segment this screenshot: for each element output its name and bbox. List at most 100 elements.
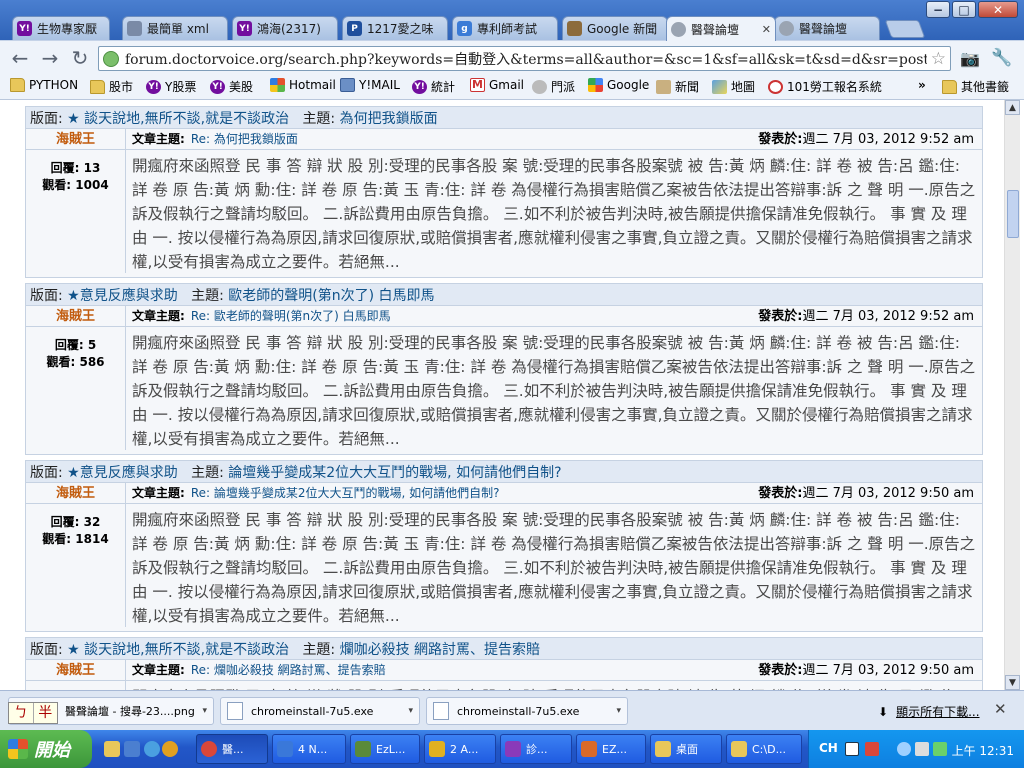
scrollbar-thumb[interactable] xyxy=(1007,190,1019,238)
folder-icon xyxy=(731,741,747,757)
quicklaunch-ie-icon[interactable] xyxy=(144,741,160,757)
forum-link[interactable]: ★ 談天說地,無所不談,就是不談政治 xyxy=(67,108,289,128)
bookmark-news[interactable]: 新聞 xyxy=(656,78,699,95)
task-label: 4 N... xyxy=(298,742,328,756)
post-subject-link[interactable]: Re: 論壇幾乎變成某2位大大互鬥的戰場, 如何請他們自制? xyxy=(191,486,500,500)
quicklaunch-desktop-icon[interactable] xyxy=(124,741,140,757)
scroll-down-arrow-icon[interactable]: ▼ xyxy=(1005,675,1020,690)
views-label: 觀看: xyxy=(42,532,72,546)
address-bar[interactable]: forum.doctorvoice.org/search.php?keyword… xyxy=(98,46,951,71)
topic-link[interactable]: 為何把我鎖版面 xyxy=(340,108,438,128)
bookmark-google[interactable]: Google xyxy=(588,78,649,92)
posted-date: 發表於:週二 7月 03, 2012 9:52 am xyxy=(758,129,982,149)
other-bookmarks[interactable]: 其他書籤 xyxy=(942,78,1009,95)
browser-tab[interactable]: Google 新聞 xyxy=(562,16,668,40)
windows-icon xyxy=(270,78,285,92)
bookmark-python[interactable]: PYTHON xyxy=(10,78,78,92)
bookmark-sect[interactable]: 門派 xyxy=(532,78,575,95)
new-tab-button[interactable] xyxy=(884,20,926,38)
forum-link[interactable]: ★意見反應與求助 xyxy=(67,462,178,482)
download-item[interactable]: chromeinstall-7u5.exe ▾ xyxy=(220,697,420,725)
ime-half-width: 半 xyxy=(38,705,53,721)
close-window-button[interactable]: ✕ xyxy=(978,1,1018,18)
folder-icon xyxy=(90,79,105,94)
bookmark-maps[interactable]: 地圖 xyxy=(712,78,755,95)
views-label: 觀看: xyxy=(46,355,76,369)
bookmark-ymail[interactable]: Y!MAIL xyxy=(340,78,400,92)
topic-link[interactable]: 爛咖必殺技 網路討罵、提告索賠 xyxy=(340,639,540,659)
yahoo-icon: Y! xyxy=(210,79,225,94)
author-link[interactable]: 海賊王 xyxy=(26,306,126,326)
taskbar-item[interactable]: C:\D... xyxy=(726,734,802,764)
bookmarks-overflow-chevron-icon[interactable]: » xyxy=(918,78,926,92)
quicklaunch-media-icon[interactable] xyxy=(162,741,178,757)
forum-link[interactable]: ★ 談天說地,無所不談,就是不談政治 xyxy=(67,639,289,659)
input-tray-icon[interactable] xyxy=(865,742,879,756)
bookmark-statistics[interactable]: Y! 統計 xyxy=(412,78,455,95)
ime-indicator[interactable]: ㄅ半 xyxy=(8,702,58,724)
download-item[interactable]: chromeinstall-7u5.exe ▾ xyxy=(426,697,628,725)
bookmark-gmail[interactable]: M Gmail xyxy=(470,78,524,92)
taskbar-item[interactable]: 桌面 xyxy=(650,734,722,764)
maximize-button[interactable]: □ xyxy=(952,1,976,18)
download-menu-arrow-icon[interactable]: ▾ xyxy=(408,706,413,716)
bookmark-hotmail[interactable]: Hotmail xyxy=(270,78,336,92)
quicklaunch-explorer-icon[interactable] xyxy=(104,741,120,757)
doctorvoice-icon xyxy=(779,21,794,36)
browser-tab[interactable]: Y! 生物專家厭 xyxy=(12,16,110,40)
wrench-icon[interactable]: 🔧 xyxy=(990,46,1014,70)
close-shelf-icon[interactable]: ✕ xyxy=(994,700,1007,718)
forum-label: 版面: xyxy=(30,464,63,481)
ime-tray-icon[interactable] xyxy=(845,742,859,756)
browser-tab[interactable]: 最簡單 xml xyxy=(122,16,228,40)
bookmark-us-stock[interactable]: Y! 美股 xyxy=(210,78,253,95)
browser-tab[interactable]: 醫聲論壇 xyxy=(774,16,880,40)
language-indicator[interactable]: CH xyxy=(819,741,838,755)
topic-link[interactable]: 論壇幾乎變成某2位大大互鬥的戰場, 如何請他們自制? xyxy=(228,462,561,482)
show-all-downloads-link[interactable]: ⬇ 顯示所有下載... xyxy=(878,703,980,720)
browser-tab[interactable]: g 專利師考試 xyxy=(452,16,558,40)
vertical-scrollbar[interactable]: ▲ ▼ xyxy=(1004,100,1020,690)
posted-label: 發表於: xyxy=(758,663,803,678)
browser-tab[interactable]: Y! 鴻海(2317) xyxy=(232,16,338,40)
topic-label: 主題: xyxy=(302,110,336,127)
browser-tab[interactable]: P 1217愛之味 xyxy=(342,16,448,40)
close-tab-icon[interactable]: ✕ xyxy=(762,23,771,36)
back-arrow-icon[interactable]: ← xyxy=(8,46,32,70)
forward-arrow-icon[interactable]: → xyxy=(38,46,62,70)
bookmark-label: Hotmail xyxy=(289,78,336,92)
taskbar-item[interactable]: 診... xyxy=(500,734,572,764)
subject-label: 文章主題: xyxy=(132,309,185,323)
post-subject-link[interactable]: Re: 爛咖必殺技 網路討罵、提告索賠 xyxy=(191,663,386,677)
scroll-up-arrow-icon[interactable]: ▲ xyxy=(1005,100,1020,115)
taskbar-item[interactable]: 2 A... xyxy=(424,734,496,764)
taskbar-item[interactable]: EzL... xyxy=(350,734,420,764)
download-menu-arrow-icon[interactable]: ▾ xyxy=(616,706,621,716)
forum-link[interactable]: ★意見反應與求助 xyxy=(67,285,178,305)
start-button[interactable]: 開始 xyxy=(0,730,92,768)
reload-icon[interactable]: ↻ xyxy=(68,46,92,70)
volume-icon[interactable] xyxy=(915,742,929,756)
bookmark-ystock[interactable]: Y! Y股票 xyxy=(146,78,196,95)
author-link[interactable]: 海賊王 xyxy=(26,483,126,503)
site-info-icon[interactable] xyxy=(103,50,119,67)
url-text[interactable]: forum.doctorvoice.org/search.php?keyword… xyxy=(125,49,927,69)
network-icon[interactable] xyxy=(933,742,947,756)
bookmark-101-labor[interactable]: 101勞工報名系統 xyxy=(768,78,882,95)
author-link[interactable]: 海賊王 xyxy=(26,129,126,149)
taskbar-item[interactable]: 4 N... xyxy=(272,734,346,764)
post-subject-link[interactable]: Re: 為何把我鎖版面 xyxy=(191,132,298,146)
bookmark-star-icon[interactable]: ☆ xyxy=(931,49,946,69)
minimize-button[interactable]: − xyxy=(926,1,950,18)
tray-app-icon[interactable] xyxy=(897,742,911,756)
post-subject-link[interactable]: Re: 歐老師的聲明(第n次了) 白馬即馬 xyxy=(191,309,391,323)
taskbar-item[interactable]: 醫... xyxy=(196,734,268,764)
author-link[interactable]: 海賊王 xyxy=(26,660,126,680)
browser-tab-active[interactable]: 醫聲論壇 ✕ xyxy=(666,16,776,41)
topic-link[interactable]: 歐老師的聲明(第n次了) 白馬即馬 xyxy=(228,285,434,305)
download-menu-arrow-icon[interactable]: ▾ xyxy=(202,706,207,716)
replies-count: 13 xyxy=(83,161,101,175)
camera-extension-icon[interactable]: 📷 xyxy=(958,46,982,70)
taskbar-item[interactable]: EZ... xyxy=(576,734,646,764)
bookmark-stocks[interactable]: 股市 xyxy=(90,78,133,95)
